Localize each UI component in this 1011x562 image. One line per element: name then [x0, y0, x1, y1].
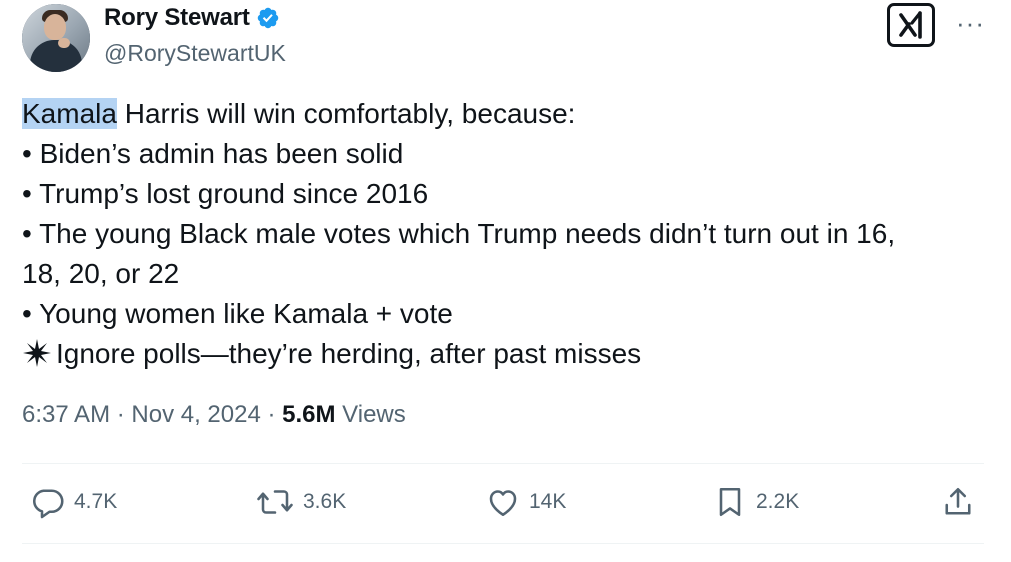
- tweet-line: 18, 20, or 22: [22, 258, 180, 289]
- tweet-line-text: Ignore polls—they’re herding, after past…: [56, 338, 642, 369]
- tweet-text: Kamala Harris will win comfortably, beca…: [22, 94, 982, 379]
- tweet-date[interactable]: Nov 4, 2024: [131, 401, 260, 428]
- tweet-line: • Trump’s lost ground since 2016: [22, 178, 429, 209]
- tweet-line: Ignore polls—they’re herding, after past…: [22, 334, 982, 379]
- tweet-line: • Biden’s admin has been solid: [22, 138, 404, 169]
- meta-separator: ·: [110, 401, 132, 428]
- meta-separator: ·: [260, 401, 283, 428]
- reply-button[interactable]: 4.7K: [30, 484, 117, 520]
- share-icon: [940, 484, 976, 520]
- sparkle-icon: [22, 338, 52, 379]
- tweet-line: • The young Black male votes which Trump…: [22, 218, 896, 249]
- reply-icon: [30, 484, 66, 520]
- tweet-time[interactable]: 6:37 AM: [22, 401, 110, 428]
- avatar[interactable]: [22, 4, 90, 72]
- author-name-row: Rory Stewart: [104, 4, 280, 32]
- reply-count: 4.7K: [74, 490, 118, 513]
- selected-text[interactable]: Kamala: [22, 98, 117, 129]
- like-icon: [485, 484, 521, 520]
- like-count: 14K: [529, 490, 567, 513]
- views-count[interactable]: 5.6M: [282, 401, 335, 428]
- author-handle[interactable]: @RoryStewartUK: [104, 40, 286, 67]
- share-button[interactable]: [940, 484, 976, 520]
- bookmark-count: 2.2K: [756, 490, 800, 513]
- views-label: Views: [335, 401, 406, 428]
- verified-badge-icon[interactable]: [256, 6, 280, 30]
- tweet-meta: 6:37 AM · Nov 4, 2024 · 5.6M Views: [22, 401, 406, 429]
- divider: [22, 543, 984, 544]
- tweet-line: • Young women like Kamala + vote: [22, 298, 453, 329]
- divider: [22, 463, 984, 464]
- more-options-icon[interactable]: ···: [956, 8, 985, 39]
- bookmark-button[interactable]: 2.2K: [712, 484, 799, 520]
- author-display-name[interactable]: Rory Stewart: [104, 4, 250, 32]
- repost-button[interactable]: 3.6K: [255, 484, 346, 520]
- repost-icon: [255, 484, 295, 520]
- action-bar: 4.7K 3.6K 14K 2.2K: [0, 484, 1011, 528]
- grok-logo-icon[interactable]: [887, 3, 935, 47]
- tweet-line: Kamala Harris will win comfortably, beca…: [22, 94, 982, 134]
- tweet-line-text: Harris will win comfortably, because:: [116, 98, 576, 129]
- bookmark-icon: [712, 484, 748, 520]
- repost-count: 3.6K: [303, 490, 347, 513]
- like-button[interactable]: 14K: [485, 484, 566, 520]
